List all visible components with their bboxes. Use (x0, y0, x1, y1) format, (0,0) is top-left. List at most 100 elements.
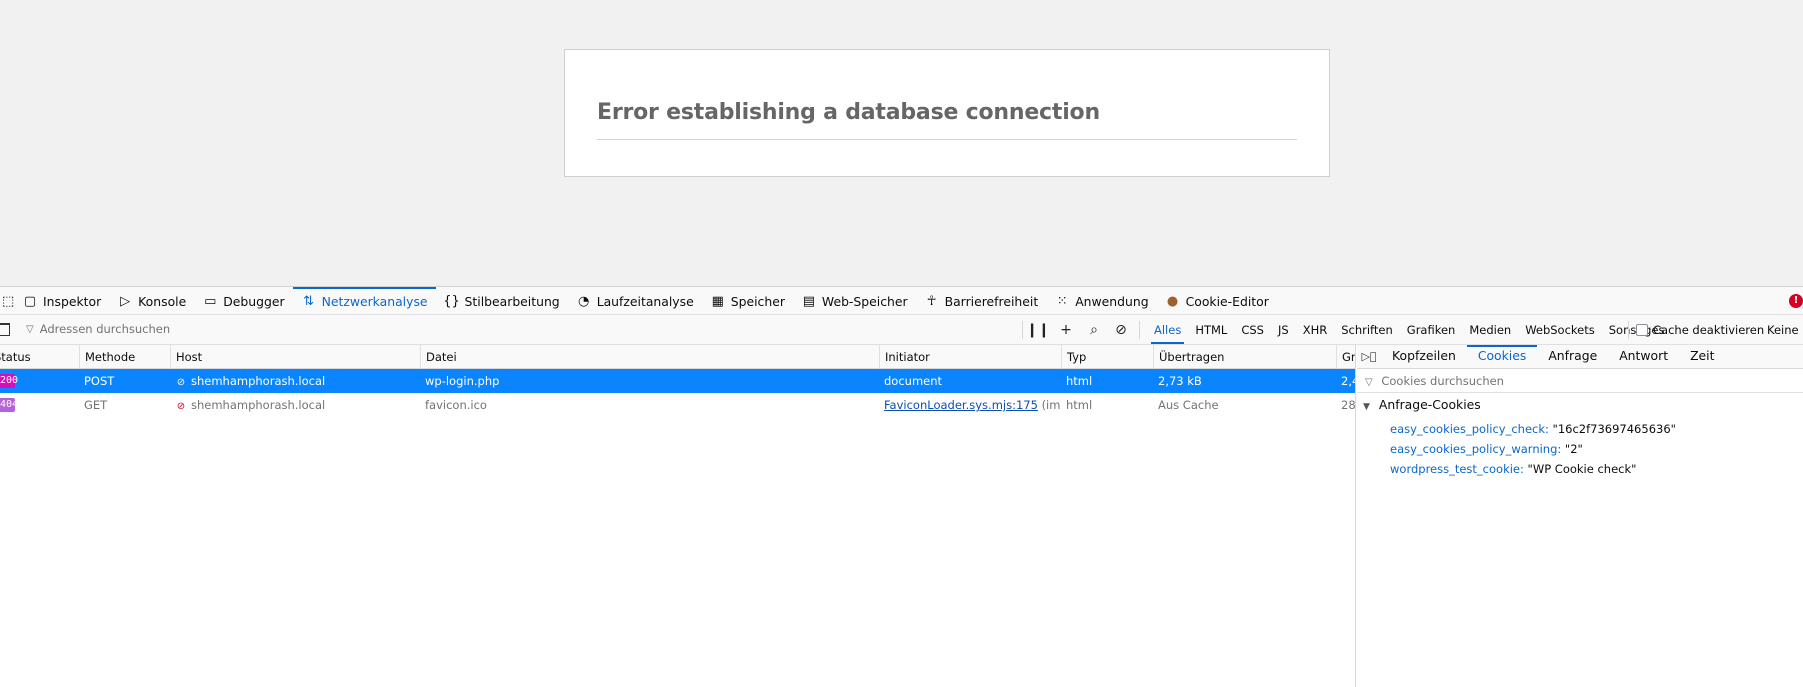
filter-placeholder: Adressen durchsuchen (39, 322, 171, 336)
tab-cookie-editor[interactable]: ● Cookie-Editor (1157, 287, 1277, 315)
filter-css[interactable]: CSS (1234, 319, 1271, 341)
tab-cookies[interactable]: Cookies (1466, 345, 1538, 368)
request-table: Status Methode Host Datei Initiator Typ … (0, 345, 1356, 687)
tab-speicher[interactable]: ▦ Speicher (702, 287, 793, 315)
col-methode[interactable]: Methode (79, 345, 170, 369)
col-datei[interactable]: Datei (420, 345, 879, 369)
filter-js[interactable]: JS (1271, 319, 1296, 341)
cookie-row[interactable]: easy_cookies_policy_warning: "2" (1390, 439, 1583, 459)
cell-size: 282 B (1341, 398, 1356, 412)
filter-websockets[interactable]: WebSockets (1518, 319, 1602, 341)
cookie-icon: ● (1166, 293, 1179, 309)
tab-konsole[interactable]: ▷ Konsole (109, 287, 194, 315)
host-text: shemhamphorash.local (191, 374, 326, 388)
cookie-row[interactable]: wordpress_test_cookie: "WP Cookie check" (1390, 459, 1636, 479)
tab-web-speicher[interactable]: ▤ Web-Speicher (793, 287, 916, 315)
tab-stilbearbeitung[interactable]: {} Stilbearbeitung (436, 287, 568, 315)
cell-type: html (1066, 374, 1093, 388)
url-filter-input[interactable]: ▽ Adressen durchsuchen (26, 322, 170, 336)
filter-medien[interactable]: Medien (1462, 319, 1518, 341)
toggle-sidebar-icon[interactable]: ▷⃞ (1357, 345, 1381, 368)
cookie-name: easy_cookies_policy_check: (1390, 422, 1549, 436)
cell-transferred: 2,73 kB (1158, 374, 1202, 388)
details-tabbar: ▷⃞ Kopfzeilen Cookies Anfrage Antwort Ze… (1357, 345, 1803, 369)
type-filter-bar: Alles HTML CSS JS XHR Schriften Grafiken… (1147, 315, 1671, 345)
error-title: Error establishing a database connection (597, 100, 1100, 125)
tab-barrierefreiheit[interactable]: ☥ Barrierefreiheit (916, 287, 1047, 315)
filter-html[interactable]: HTML (1188, 319, 1234, 341)
filter-alles[interactable]: Alles (1147, 319, 1188, 344)
status-badge: 200 (0, 374, 19, 388)
network-icon: ⇅ (303, 293, 315, 309)
add-request-icon[interactable]: + (1056, 320, 1076, 340)
disable-cache-checkbox[interactable]: Cache deaktivieren (1636, 315, 1764, 345)
clear-trash-icon[interactable] (0, 323, 10, 336)
col-status[interactable]: Status (0, 345, 79, 369)
browser-page: Error establishing a database connection… (0, 0, 1803, 687)
element-picker-button[interactable]: ⬚ (0, 287, 14, 315)
tab-netzwerkanalyse[interactable]: ⇅ Netzwerkanalyse (292, 287, 436, 315)
initiator-link[interactable]: FaviconLoader.sys.mjs:175 (884, 398, 1038, 412)
checkbox-box[interactable] (1636, 324, 1648, 336)
inspector-icon: ▢ (23, 293, 37, 309)
chevron-down-icon: ▼ (1363, 402, 1370, 412)
request-details-panel: ▷⃞ Kopfzeilen Cookies Anfrage Antwort Ze… (1357, 345, 1803, 687)
tab-label: Speicher (730, 293, 785, 309)
devtools-panel: ⬚ ▢ Inspektor ▷ Konsole ▭ Debugger ⇅ Net… (0, 286, 1803, 687)
storage-icon: ▤ (802, 293, 816, 309)
cell-method: POST (84, 374, 115, 388)
debugger-icon: ▭ (204, 293, 217, 309)
style-editor-icon: {} (443, 293, 460, 309)
tab-laufzeitanalyse[interactable]: ◔ Laufzeitanalyse (568, 287, 702, 315)
filter-grafiken[interactable]: Grafiken (1400, 319, 1463, 341)
table-header: Status Methode Host Datei Initiator Typ … (0, 345, 1355, 369)
block-icon[interactable]: ⊘ (1111, 320, 1131, 340)
tab-label: Barrierefreiheit (944, 293, 1039, 309)
cell-host: ⊘ shemhamphorash.local (170, 369, 420, 393)
col-initiator[interactable]: Initiator (879, 345, 1061, 369)
cell-type: html (1066, 398, 1093, 412)
col-groesse[interactable]: Größe (1336, 345, 1355, 369)
throttling-select[interactable]: Keine Drosselung (1767, 315, 1803, 345)
tab-anwendung[interactable]: ⁙ Anwendung (1046, 287, 1156, 315)
tab-label: Anwendung (1075, 293, 1149, 309)
cookie-filter-input[interactable]: ▽ Cookies durchsuchen (1357, 369, 1803, 393)
tab-inspektor[interactable]: ▢ Inspektor (14, 287, 109, 315)
cache-label: Cache deaktivieren (1653, 323, 1765, 337)
col-typ[interactable]: Typ (1061, 345, 1153, 369)
tab-antwort[interactable]: Antwort (1608, 345, 1679, 368)
filter-xhr[interactable]: XHR (1296, 319, 1335, 341)
tab-zeit[interactable]: Zeit (1679, 345, 1725, 368)
table-row[interactable]: 404 GET ⊘ shemhamphorash.local favicon.ic… (0, 393, 1356, 417)
cell-method: GET (84, 398, 108, 412)
toolbar-divider (1022, 321, 1023, 339)
error-divider (597, 139, 1297, 140)
filter-schriften[interactable]: Schriften (1334, 319, 1400, 341)
col-uebertragen[interactable]: Übertragen (1153, 345, 1336, 369)
status-badge: 404 (0, 398, 19, 412)
cookie-value: "2" (1564, 442, 1583, 456)
cell-initiator: document (884, 374, 943, 388)
pause-icon[interactable]: ❙❙ (1026, 320, 1049, 340)
initiator-type: (img) (1041, 398, 1061, 412)
insecure-lock-icon: ⊘ (176, 401, 186, 412)
network-toolbar: ▽ Adressen durchsuchen ❙❙ + ⌕ ⊘ Alles HT… (0, 315, 1803, 345)
col-host[interactable]: Host (170, 345, 420, 369)
web-viewport: Error establishing a database connection (0, 0, 1803, 286)
tab-anfrage[interactable]: Anfrage (1537, 345, 1608, 368)
toolbar-divider (1628, 321, 1629, 339)
cookie-row[interactable]: easy_cookies_policy_check: "16c2f7369746… (1390, 419, 1676, 439)
cookie-value: "16c2f73697465636" (1552, 422, 1676, 436)
filter-icon: ▽ (1365, 377, 1373, 388)
search-icon[interactable]: ⌕ (1084, 320, 1104, 340)
tab-label: Inspektor (43, 293, 102, 309)
tab-debugger[interactable]: ▭ Debugger (194, 287, 292, 315)
tab-kopfzeilen[interactable]: Kopfzeilen (1381, 345, 1467, 368)
table-row[interactable]: 200 POST ⊘ shemhamphorash.local wp-login.… (0, 369, 1355, 393)
request-cookies-group[interactable]: ▼ Anfrage-Cookies (1357, 393, 1803, 417)
insecure-lock-icon: ⊘ (176, 377, 186, 388)
group-label: Anfrage-Cookies (1378, 397, 1481, 412)
picker-icon: ⬚ (2, 293, 15, 309)
cookie-name: wordpress_test_cookie: (1390, 462, 1524, 476)
error-count-icon[interactable]: ! (1789, 294, 1803, 308)
